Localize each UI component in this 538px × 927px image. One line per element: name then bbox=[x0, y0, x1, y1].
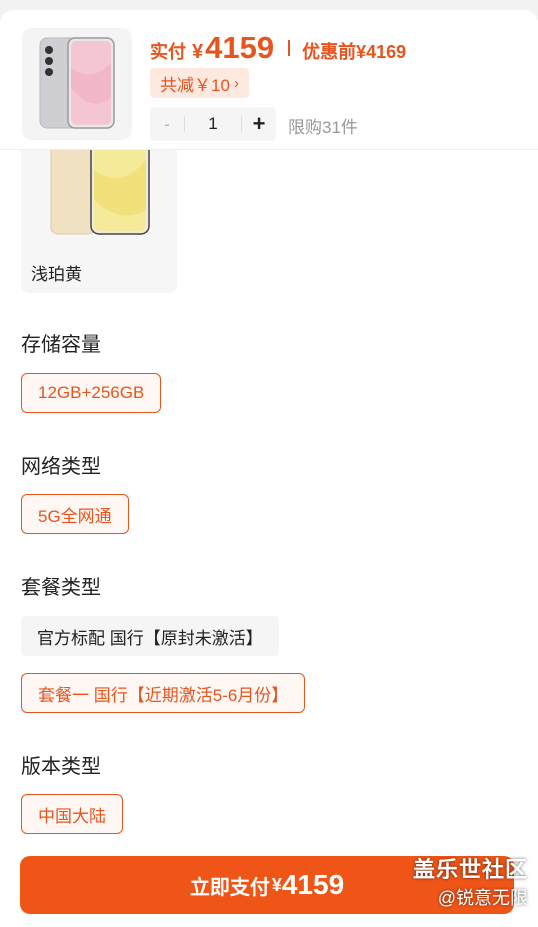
price-separator bbox=[288, 40, 291, 56]
order-summary-header: 实付 ¥ 4159 优惠前¥4169 共减￥10 › - 1 + 限购31件 bbox=[0, 10, 538, 150]
discount-label: 共减￥10 bbox=[160, 75, 230, 95]
storage-section-title: 存储容量 bbox=[21, 334, 101, 356]
price-line: 实付 ¥ 4159 优惠前¥4169 bbox=[150, 30, 406, 66]
pay-now-currency: ¥ bbox=[271, 874, 282, 895]
pay-now-label: 立即支付 bbox=[189, 876, 270, 899]
paid-currency: ¥ bbox=[192, 41, 204, 63]
watermark-title: 盖乐世社区 bbox=[412, 857, 528, 882]
version-section-title: 版本类型 bbox=[21, 756, 101, 778]
color-option-label: 浅珀黄 bbox=[31, 265, 82, 284]
version-option[interactable]: 中国大陆 bbox=[21, 794, 123, 834]
sku-selector-sheet: 实付 ¥ 4159 优惠前¥4169 共减￥10 › - 1 + 限购31件 浅… bbox=[0, 10, 538, 927]
decrease-quantity-button[interactable]: - bbox=[150, 114, 184, 135]
package-option-standard[interactable]: 官方标配 国行【原封未激活】 bbox=[21, 616, 279, 656]
network-section-title: 网络类型 bbox=[21, 456, 101, 478]
package-section-title: 套餐类型 bbox=[21, 577, 101, 599]
quantity-stepper: - 1 + bbox=[150, 107, 276, 141]
product-thumbnail bbox=[22, 28, 132, 140]
network-option[interactable]: 5G全网通 bbox=[21, 494, 129, 534]
paid-label: 实付 bbox=[150, 42, 186, 62]
package-option-bundle-one[interactable]: 套餐一 国行【近期激活5-6月份】 bbox=[21, 673, 306, 713]
increase-quantity-button[interactable]: + bbox=[242, 111, 276, 137]
pay-now-amount: 4159 bbox=[281, 869, 345, 900]
quantity-value[interactable]: 1 bbox=[185, 114, 241, 134]
paid-amount: 4159 bbox=[205, 30, 275, 65]
purchase-limit: 限购31件 bbox=[288, 118, 358, 137]
color-option-image bbox=[21, 129, 177, 250]
watermark-handle: @锐意无限 bbox=[437, 888, 528, 908]
price-before-discount: 优惠前¥4169 bbox=[302, 42, 407, 62]
discount-badge[interactable]: 共减￥10 › bbox=[150, 68, 249, 98]
storage-option[interactable]: 12GB+256GB bbox=[21, 373, 162, 413]
chevron-right-icon: › bbox=[233, 74, 239, 92]
